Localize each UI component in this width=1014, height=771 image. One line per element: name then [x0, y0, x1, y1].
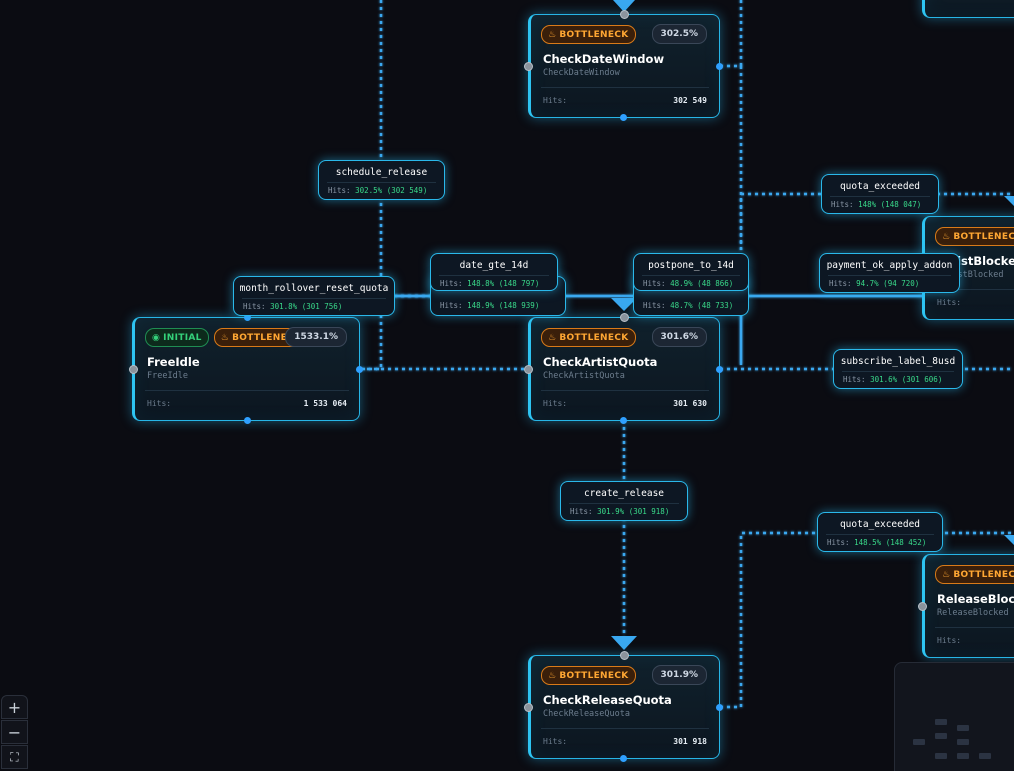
- node-subtitle: CheckArtistQuota: [543, 371, 625, 381]
- divider: [541, 390, 709, 391]
- zoom-in-button[interactable]: +: [1, 695, 28, 719]
- handle-top[interactable]: [620, 651, 629, 660]
- handle-left[interactable]: [524, 365, 533, 374]
- flame-icon: ♨: [548, 670, 557, 681]
- node-check-date-window[interactable]: ♨ BOTTLENECK 302.5% CheckDateWindow Check…: [528, 14, 720, 118]
- bottleneck-badge: ♨BOTTLENECK: [935, 565, 1014, 584]
- minimap-node: [935, 753, 947, 759]
- edge-label-create-release[interactable]: create_release Hits: 301.9% (301 918): [560, 481, 688, 521]
- edge-label-schedule-release[interactable]: schedule_release Hits: 302.5% (302 549): [318, 160, 445, 200]
- node-subtitle: CheckReleaseQuota: [543, 709, 630, 719]
- edge-checkdatewindow-right: [720, 0, 743, 68]
- divider: [145, 390, 349, 391]
- handle-right[interactable]: [716, 366, 723, 373]
- percent-pill: 1533.1%: [285, 327, 347, 347]
- minimap-node: [979, 753, 991, 759]
- fit-view-icon: ⛶: [10, 749, 19, 764]
- handle-bottom[interactable]: [620, 417, 627, 424]
- handle-bottom[interactable]: [620, 114, 627, 121]
- arrowhead: [1004, 535, 1014, 545]
- edge-label-subscribe-label-8usd[interactable]: subscribe_label_8usd Hits: 301.6% (301 6…: [833, 349, 963, 389]
- handle-right[interactable]: [716, 704, 723, 711]
- minimap-node: [957, 753, 969, 759]
- percent-pill: 302.5%: [651, 24, 707, 44]
- node-title: CheckArtistQuota: [543, 355, 658, 369]
- badge-row: ♨BOTTLENECK: [541, 328, 636, 347]
- badge-row: ♨BOTTLENECK: [935, 565, 1014, 584]
- handle-top[interactable]: [620, 10, 629, 19]
- arrowhead: [611, 636, 637, 650]
- hits-label: Hits:: [937, 298, 962, 307]
- minus-icon: −: [7, 722, 22, 742]
- minimap[interactable]: [894, 662, 1014, 771]
- hits-label: Hits:: [937, 636, 962, 645]
- edge-label-date-gte-14d[interactable]: date_gte_14d Hits: 148.8% (148 797): [430, 253, 558, 291]
- badge-row: ♨BOTTLENECK: [541, 666, 636, 685]
- node-release-blocked[interactable]: ♨BOTTLENECK ReleaseBlocked ReleaseBlocke…: [922, 554, 1014, 658]
- zoom-out-button[interactable]: −: [1, 720, 28, 744]
- badge-row: ♨BOTTLENECK: [541, 25, 636, 44]
- hits-label: Hits:: [543, 737, 568, 746]
- node-title: CheckDateWindow: [543, 52, 665, 66]
- flame-icon: ♨: [548, 29, 557, 40]
- handle-left[interactable]: [524, 703, 533, 712]
- handle-left[interactable]: [129, 365, 138, 374]
- percent-pill: 301.6%: [651, 327, 707, 347]
- node-check-artist-quota[interactable]: ♨ BOTTLENECK 301.6% CheckArtistQuota Chec…: [528, 317, 720, 421]
- flame-icon: ♨: [220, 332, 230, 343]
- edge-label-quota-exceeded-artist[interactable]: quota_exceeded Hits: 148% (148 047): [821, 174, 939, 214]
- minimap-node: [935, 719, 947, 725]
- hits-value: 302 549: [673, 96, 707, 105]
- edge-label-payment-ok-apply-addon[interactable]: payment_ok_apply_addon Hits: 94.7% (94 7…: [819, 253, 960, 293]
- node-title: ReleaseBlocked: [937, 592, 1014, 606]
- node-subtitle: FreeIdle: [147, 371, 188, 381]
- hits-value: 301 630: [673, 399, 707, 408]
- minimap-node: [957, 739, 969, 745]
- edge-label-month-rollover-reset-quota[interactable]: month_rollover_reset_quota Hits: 301.8% …: [233, 276, 395, 316]
- node-subtitle: ReleaseBlocked: [937, 608, 1009, 618]
- node-title: CheckReleaseQuota: [543, 693, 672, 707]
- edge-label-postpone-to-14d[interactable]: postpone_to_14d Hits: 48.9% (48 866): [633, 253, 749, 291]
- arrowhead: [1004, 196, 1014, 206]
- plus-icon: +: [7, 697, 22, 717]
- hits-value: 301 918: [673, 737, 707, 746]
- node-partial-top-right[interactable]: [922, 0, 1014, 18]
- node-free-idle[interactable]: ◉ INITIAL ♨ BOTTLENECK 1533.1% FreeIdle Fr…: [132, 317, 360, 421]
- initial-badge: ◉ INITIAL: [145, 328, 209, 347]
- handle-bottom[interactable]: [244, 417, 251, 424]
- flame-icon: ♨: [548, 332, 557, 343]
- hits-label: Hits:: [543, 96, 568, 105]
- flame-icon: ♨: [942, 569, 951, 580]
- handle-left[interactable]: [918, 602, 927, 611]
- play-circle-icon: ◉: [152, 332, 161, 343]
- node-title: FreeIdle: [147, 355, 200, 369]
- handle-bottom[interactable]: [620, 755, 627, 762]
- flow-canvas[interactable]: ♨ BOTTLENECK 302.5% CheckDateWindow Check…: [0, 0, 1014, 771]
- minimap-node: [957, 725, 969, 731]
- node-check-release-quota[interactable]: ♨ BOTTLENECK 301.9% CheckReleaseQuota Che…: [528, 655, 720, 759]
- handle-right[interactable]: [356, 366, 363, 373]
- divider: [935, 627, 1014, 628]
- badge-row: ◉ INITIAL ♨ BOTTLENECK: [145, 328, 309, 347]
- minimap-node: [935, 733, 947, 739]
- flame-icon: ♨: [942, 231, 951, 242]
- node-subtitle: CheckDateWindow: [543, 68, 620, 78]
- divider: [541, 728, 709, 729]
- handle-right[interactable]: [716, 63, 723, 70]
- hits-label: Hits:: [543, 399, 568, 408]
- bottleneck-badge: ♨BOTTLENECK: [541, 666, 636, 685]
- divider: [541, 87, 709, 88]
- bottleneck-badge: ♨BOTTLENECK: [935, 227, 1014, 246]
- bottleneck-badge: ♨BOTTLENECK: [541, 328, 636, 347]
- hits-value: 1 533 064: [303, 399, 347, 408]
- percent-pill: 301.9%: [651, 665, 707, 685]
- hits-label: Hits:: [147, 399, 172, 408]
- fit-view-button[interactable]: ⛶: [1, 745, 28, 769]
- handle-left[interactable]: [524, 62, 533, 71]
- badge-row: ♨BOTTLENECK: [935, 227, 1014, 246]
- edge-label-quota-exceeded-release[interactable]: quota_exceeded Hits: 148.5% (148 452): [817, 512, 943, 552]
- minimap-node: [913, 739, 925, 745]
- bottleneck-badge: ♨BOTTLENECK: [541, 25, 636, 44]
- handle-top[interactable]: [620, 313, 629, 322]
